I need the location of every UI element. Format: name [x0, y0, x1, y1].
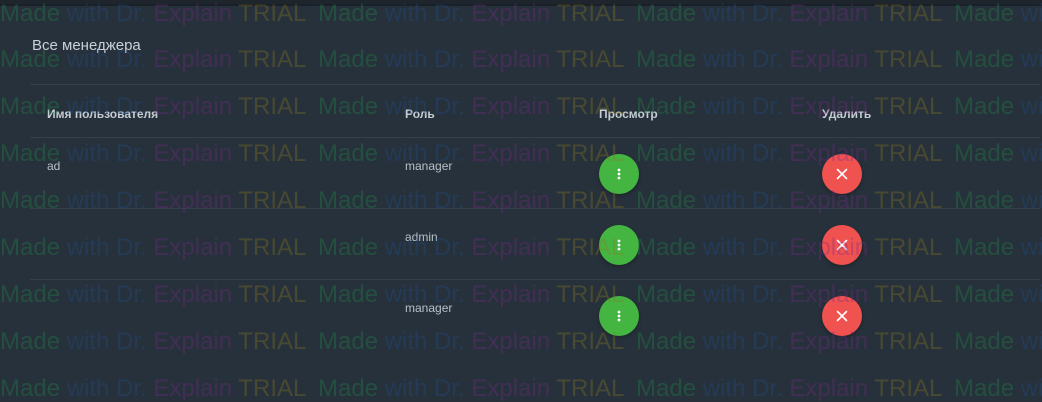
role-cell: manager: [405, 301, 453, 315]
header-view: Просмотр: [599, 107, 658, 121]
view-button[interactable]: [599, 154, 639, 194]
role-cell: admin: [405, 230, 438, 244]
view-button[interactable]: [599, 296, 639, 336]
table-row: ad manager: [30, 137, 1040, 208]
card-title: Все менеджера: [32, 37, 141, 54]
table-header-row: Имя пользователя Роль Просмотр Удалить: [30, 84, 1040, 137]
table-row: admin: [30, 208, 1040, 279]
view-button[interactable]: [599, 225, 639, 265]
header-delete: Удалить: [822, 107, 872, 121]
more-vertical-icon: [617, 239, 621, 251]
managers-table: Имя пользователя Роль Просмотр Удалить a…: [30, 84, 1040, 350]
more-vertical-icon: [617, 168, 621, 180]
close-icon: [836, 168, 848, 180]
close-icon: [836, 239, 848, 251]
more-vertical-icon: [617, 310, 621, 322]
header-role: Роль: [405, 107, 435, 121]
table-row: manager: [30, 279, 1040, 350]
managers-card: Все менеджера Имя пользователя Роль Прос…: [0, 4, 1042, 402]
delete-button[interactable]: [822, 296, 862, 336]
close-icon: [836, 310, 848, 322]
role-cell: manager: [405, 159, 453, 173]
delete-button[interactable]: [822, 225, 862, 265]
header-username: Имя пользователя: [47, 107, 159, 121]
username-cell: ad: [47, 159, 61, 173]
delete-button[interactable]: [822, 154, 862, 194]
